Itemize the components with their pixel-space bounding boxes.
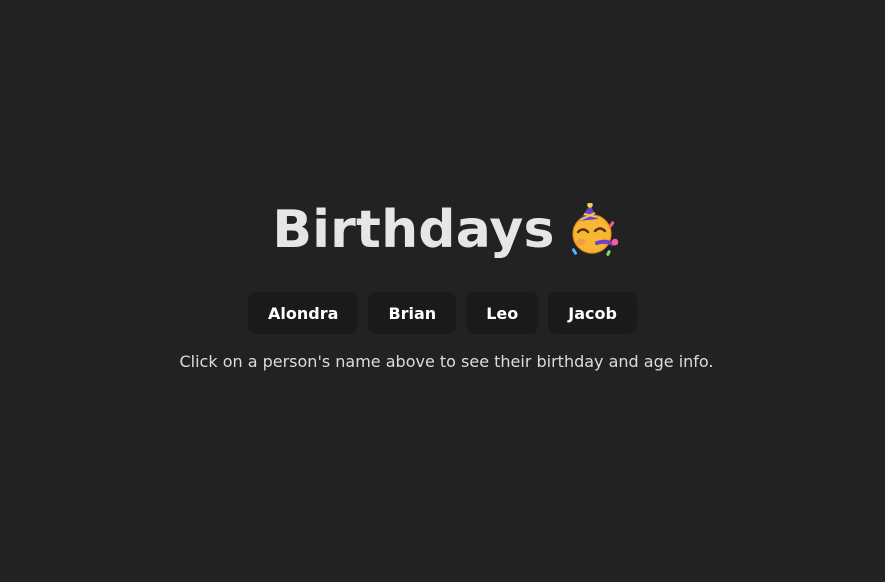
leo-button[interactable]: Leo [466, 292, 539, 334]
jacob-button[interactable]: Jacob [548, 292, 637, 334]
title-row: Birthdays [4, 198, 885, 262]
person-buttons: Alondra Brian Leo Jacob [0, 292, 885, 334]
partying-face-icon [567, 202, 621, 257]
instruction-text: Click on a person's name above to see th… [179, 352, 714, 371]
brian-button[interactable]: Brian [368, 292, 457, 334]
alondra-button[interactable]: Alondra [248, 292, 359, 334]
birthday-page: Birthdays Alondra Brian Leo Jacob Click … [0, 0, 885, 582]
page-title: Birthdays [272, 200, 555, 260]
